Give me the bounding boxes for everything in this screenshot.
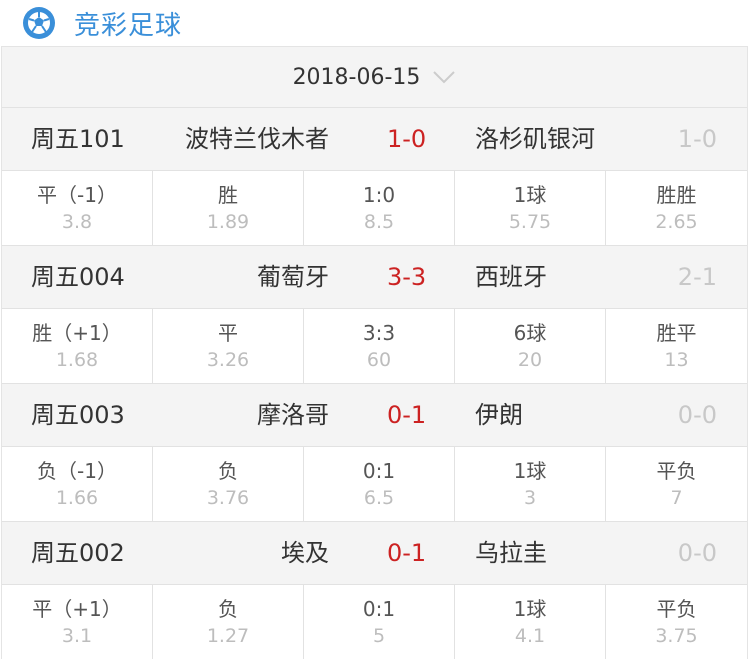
half-time-score: 1-0 [677, 125, 717, 153]
app-header: 竞彩足球 [0, 0, 749, 46]
odds-value: 1.27 [206, 625, 250, 647]
bet-label: 胜 [218, 183, 238, 207]
odds-value: 3.1 [61, 625, 93, 647]
bet-label: 胜平 [656, 321, 697, 345]
odds-cell[interactable]: 6球 20 [455, 309, 606, 383]
half-time-score: 2-1 [677, 263, 717, 291]
odds-value: 5.75 [508, 211, 552, 233]
odds-row: 平（-1） 3.8 胜 1.89 1:0 8.5 1球 5.75 胜胜 2.65 [2, 170, 747, 245]
odds-cell[interactable]: 0:1 5 [304, 585, 455, 659]
match-list: 2018-06-15 周五101 波特兰伐木者 1-0 洛杉矶银河 1-0 平（… [1, 46, 748, 659]
odds-cell[interactable]: 胜平 13 [606, 309, 747, 383]
odds-cell[interactable]: 1球 4.1 [455, 585, 606, 659]
odds-cell[interactable]: 胜（+1） 1.68 [2, 309, 153, 383]
odds-cell[interactable]: 3:3 60 [304, 309, 455, 383]
bet-label: 6球 [513, 321, 547, 345]
odds-cell[interactable]: 负（-1） 1.66 [2, 447, 153, 521]
odds-cell[interactable]: 胜 1.89 [153, 171, 304, 245]
bet-label: 3:3 [362, 321, 396, 345]
odds-value: 13 [664, 349, 689, 371]
odds-value: 4.1 [514, 625, 546, 647]
bet-label: 负（-1） [37, 459, 117, 483]
odds-cell[interactable]: 0:1 6.5 [304, 447, 455, 521]
bet-label: 胜胜 [656, 183, 697, 207]
home-team: 葡萄牙 [257, 263, 329, 291]
soccer-ball-icon [23, 7, 55, 39]
home-team: 摩洛哥 [257, 401, 329, 429]
odds-value: 60 [366, 349, 392, 371]
date-label: 2018-06-15 [292, 64, 421, 90]
match-id: 周五101 [31, 125, 125, 153]
bet-label: 1球 [513, 597, 547, 621]
odds-cell[interactable]: 平（-1） 3.8 [2, 171, 153, 245]
full-time-score: 3-3 [387, 263, 427, 291]
match-header[interactable]: 周五003 摩洛哥 0-1 伊朗 0-0 [2, 383, 747, 446]
odds-cell[interactable]: 负 3.76 [153, 447, 304, 521]
away-team: 洛杉矶银河 [475, 125, 595, 153]
away-team: 伊朗 [475, 401, 523, 429]
odds-cell[interactable]: 胜胜 2.65 [606, 171, 747, 245]
bet-label: 1:0 [362, 183, 396, 207]
bet-label: 胜（+1） [32, 321, 122, 345]
bet-label: 1球 [513, 459, 547, 483]
bet-label: 负 [218, 459, 238, 483]
odds-value: 3.8 [61, 211, 93, 233]
odds-value: 7 [670, 487, 683, 509]
odds-value: 6.5 [363, 487, 395, 509]
odds-cell[interactable]: 平负 7 [606, 447, 747, 521]
chevron-down-icon [433, 71, 456, 84]
odds-cell[interactable]: 1:0 8.5 [304, 171, 455, 245]
odds-value: 3.75 [655, 625, 698, 647]
bet-label: 平（-1） [37, 183, 117, 207]
odds-value: 1.66 [55, 487, 99, 509]
match-header[interactable]: 周五101 波特兰伐木者 1-0 洛杉矶银河 1-0 [2, 107, 747, 170]
bet-label: 0:1 [362, 459, 396, 483]
bet-label: 平 [218, 321, 238, 345]
odds-value: 3.76 [206, 487, 250, 509]
full-time-score: 1-0 [387, 125, 427, 153]
away-team: 乌拉圭 [475, 539, 547, 567]
odds-row: 负（-1） 1.66 负 3.76 0:1 6.5 1球 3 平负 7 [2, 446, 747, 521]
half-time-score: 0-0 [677, 539, 717, 567]
match-id: 周五003 [31, 401, 125, 429]
bet-label: 平负 [656, 597, 697, 621]
odds-value: 1.89 [206, 211, 250, 233]
full-time-score: 0-1 [387, 539, 427, 567]
odds-value: 8.5 [363, 211, 395, 233]
odds-value: 20 [517, 349, 543, 371]
half-time-score: 0-0 [677, 401, 717, 429]
bet-label: 0:1 [362, 597, 396, 621]
odds-cell[interactable]: 平 3.26 [153, 309, 304, 383]
bet-label: 1球 [513, 183, 547, 207]
match-header[interactable]: 周五004 葡萄牙 3-3 西班牙 2-1 [2, 245, 747, 308]
match-id: 周五004 [31, 263, 125, 291]
home-team: 埃及 [281, 539, 329, 567]
odds-cell[interactable]: 平负 3.75 [606, 585, 747, 659]
match-header[interactable]: 周五002 埃及 0-1 乌拉圭 0-0 [2, 521, 747, 584]
odds-row: 胜（+1） 1.68 平 3.26 3:3 60 6球 20 胜平 13 [2, 308, 747, 383]
odds-value: 1.68 [55, 349, 99, 371]
away-team: 西班牙 [475, 263, 547, 291]
full-time-score: 0-1 [387, 401, 427, 429]
bet-label: 平负 [656, 459, 697, 483]
odds-value: 5 [372, 625, 386, 647]
odds-cell[interactable]: 平（+1） 3.1 [2, 585, 153, 659]
home-team: 波特兰伐木者 [185, 125, 329, 153]
odds-cell[interactable]: 负 1.27 [153, 585, 304, 659]
bet-label: 平（+1） [32, 597, 122, 621]
odds-row: 平（+1） 3.1 负 1.27 0:1 5 1球 4.1 平负 3.75 [2, 584, 747, 659]
app-title: 竞彩足球 [74, 10, 183, 41]
odds-value: 3.26 [206, 349, 250, 371]
odds-cell[interactable]: 1球 5.75 [455, 171, 606, 245]
bet-label: 负 [218, 597, 238, 621]
odds-value: 2.65 [655, 211, 698, 233]
match-id: 周五002 [31, 539, 125, 567]
odds-value: 3 [523, 487, 537, 509]
odds-cell[interactable]: 1球 3 [455, 447, 606, 521]
date-selector[interactable]: 2018-06-15 [2, 46, 747, 107]
